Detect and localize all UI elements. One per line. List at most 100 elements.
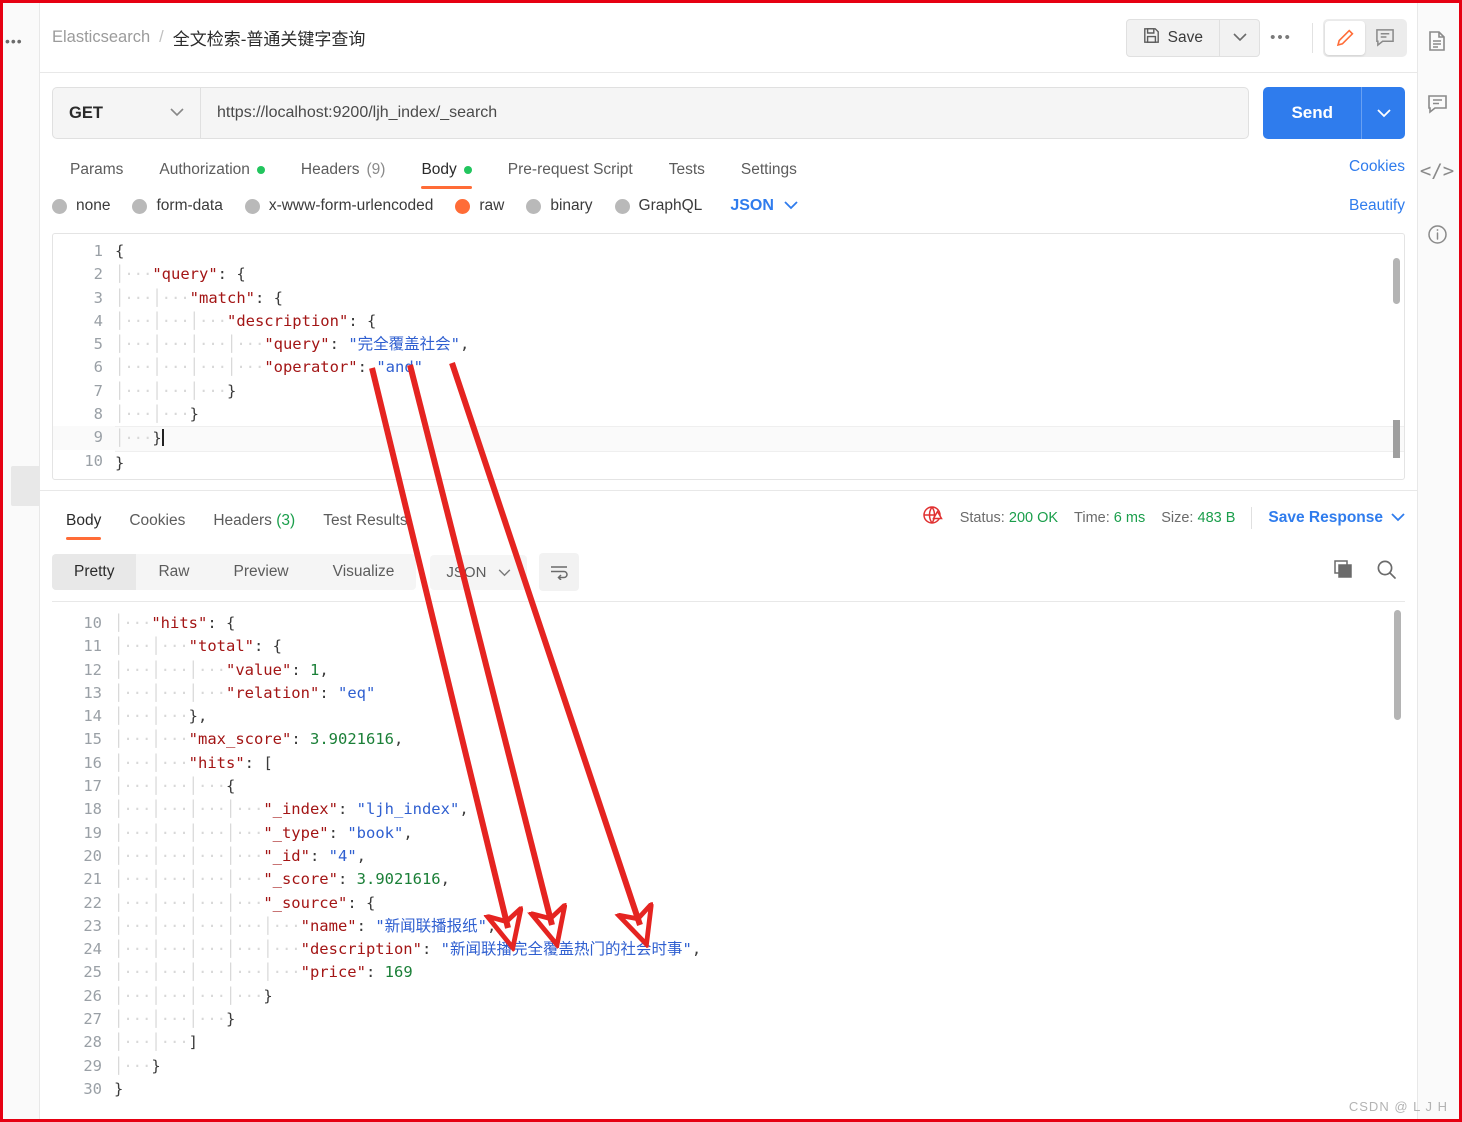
breadcrumb-separator: / bbox=[159, 28, 164, 46]
line-number: 19 bbox=[83, 823, 102, 842]
request-tab-pre-request-script[interactable]: Pre-request Script bbox=[490, 155, 651, 193]
response-body-viewer[interactable]: 10 11 12 13 14 15 16 17 18 19 20 21 22 23 24 25 26 27 28 29… bbox=[52, 601, 1405, 1097]
comment-icon[interactable] bbox=[1365, 21, 1405, 55]
chevron-down-icon bbox=[1391, 509, 1405, 527]
request-tabs: Params Authorization Headers (9) Body Pre-req… bbox=[40, 139, 1417, 193]
save-response-button[interactable]: Save Response bbox=[1268, 509, 1405, 527]
code-line: │···│···│···} bbox=[115, 381, 237, 400]
size-label: Size: bbox=[1161, 510, 1194, 526]
chevron-down-icon bbox=[784, 197, 798, 215]
line-number: 21 bbox=[83, 870, 102, 889]
word-wrap-icon[interactable] bbox=[539, 553, 580, 591]
send-button[interactable]: Send bbox=[1263, 87, 1361, 139]
url-bar: GET https://localhost:9200/ljh_index/_se… bbox=[40, 73, 1417, 139]
info-icon[interactable] bbox=[1424, 221, 1450, 247]
line-number: 7 bbox=[93, 381, 103, 400]
line-number: 29 bbox=[83, 1056, 102, 1075]
body-type-none[interactable]: none bbox=[52, 197, 110, 215]
code-line: │···│···│···} bbox=[114, 1010, 236, 1029]
response-format-select[interactable]: JSON bbox=[430, 554, 528, 590]
response-scrollbar[interactable] bbox=[1394, 610, 1401, 720]
body-type-label: GraphQL bbox=[638, 197, 703, 214]
response-tab-headers[interactable]: Headers (3) bbox=[199, 506, 309, 544]
tab-label: Headers bbox=[213, 512, 272, 529]
body-type-graphql[interactable]: GraphQL bbox=[614, 197, 703, 215]
time-group: Time: 6 ms bbox=[1074, 510, 1145, 526]
code-line: { bbox=[115, 242, 125, 260]
request-tab-tests[interactable]: Tests bbox=[651, 155, 723, 193]
copy-icon[interactable] bbox=[1333, 559, 1354, 585]
tab-label: Settings bbox=[740, 161, 797, 178]
left-rail-more-icon[interactable]: ••• bbox=[5, 33, 23, 49]
search-icon[interactable] bbox=[1376, 559, 1397, 585]
request-editor-scrollbar[interactable] bbox=[1393, 258, 1400, 304]
line-number: 2 bbox=[93, 265, 103, 284]
body-type-label: raw bbox=[479, 197, 505, 214]
line-number: 20 bbox=[83, 846, 102, 865]
request-tab-authorization[interactable]: Authorization bbox=[141, 155, 282, 193]
cookies-link[interactable]: Cookies bbox=[1349, 158, 1405, 190]
code-line: } bbox=[114, 1079, 124, 1097]
tab-count: (9) bbox=[366, 161, 386, 178]
line-number: 15 bbox=[83, 730, 102, 749]
response-tab-test-results[interactable]: Test Results bbox=[309, 506, 421, 544]
request-tab-headers[interactable]: Headers (9) bbox=[283, 155, 404, 193]
tab-status-dot bbox=[463, 166, 472, 174]
body-type-label: x-www-form-urlencoded bbox=[268, 197, 434, 214]
body-type-x-www-form-urlencoded[interactable]: x-www-form-urlencoded bbox=[244, 197, 434, 215]
view-mode-visualize[interactable]: Visualize bbox=[311, 554, 417, 590]
radio-icon bbox=[244, 198, 260, 214]
body-type-form-data[interactable]: form-data bbox=[132, 197, 223, 215]
request-body-editor[interactable]: 1 2 3 4 5 6 7 8 9 10 {│···"query": {│···│···"matc… bbox=[52, 233, 1405, 480]
request-code[interactable]: {│···"query": {│···│···"match": {│···│··… bbox=[115, 234, 1404, 479]
pencil-icon[interactable] bbox=[1325, 20, 1365, 55]
comment-icon[interactable] bbox=[1424, 91, 1450, 117]
save-button[interactable]: Save bbox=[1127, 20, 1219, 56]
url-input[interactable]: https://localhost:9200/ljh_index/_search bbox=[200, 87, 1250, 139]
body-type-label: binary bbox=[550, 197, 593, 214]
code-line: │···│···│···│···│···"description": "新闻联播… bbox=[114, 940, 702, 959]
request-format-select[interactable]: JSON bbox=[730, 197, 798, 215]
body-type-binary[interactable]: binary bbox=[526, 197, 593, 215]
send-options-caret[interactable] bbox=[1361, 87, 1405, 139]
request-tab-body[interactable]: Body bbox=[403, 155, 489, 193]
documentation-icon[interactable] bbox=[1424, 28, 1450, 54]
tab-label: Pre-request Script bbox=[507, 161, 633, 178]
response-tab-body[interactable]: Body bbox=[52, 506, 115, 544]
code-snippet-icon[interactable]: </> bbox=[1420, 158, 1454, 184]
code-line: │···│···│···│···} bbox=[114, 986, 273, 1005]
body-type-raw[interactable]: raw bbox=[455, 197, 504, 215]
code-line: │···│···} bbox=[115, 405, 199, 424]
view-mode-toggle bbox=[1323, 18, 1407, 57]
view-mode-raw[interactable]: Raw bbox=[136, 554, 211, 590]
radio-icon bbox=[455, 198, 471, 214]
tab-label: Headers bbox=[300, 161, 360, 178]
line-number: 10 bbox=[84, 451, 103, 470]
code-line: │···│···"hits": [ bbox=[114, 753, 273, 772]
code-line: │···│···"total": { bbox=[114, 637, 283, 656]
code-line: │···│···│···│···"_id": "4", bbox=[114, 846, 367, 865]
breadcrumb-request-name[interactable]: 全文检索-普通关键字查询 bbox=[173, 25, 366, 50]
beautify-link[interactable]: Beautify bbox=[1349, 197, 1405, 215]
more-actions-button[interactable]: ••• bbox=[1260, 19, 1302, 57]
code-line: } bbox=[115, 453, 125, 472]
line-number: 13 bbox=[83, 683, 102, 702]
http-method-select[interactable]: GET bbox=[52, 87, 200, 139]
request-tab-settings[interactable]: Settings bbox=[723, 155, 815, 193]
radio-icon bbox=[526, 198, 542, 214]
line-number: 28 bbox=[83, 1033, 102, 1052]
line-number: 11 bbox=[83, 637, 102, 656]
status-value: 200 OK bbox=[1008, 510, 1059, 526]
floppy-disk-icon bbox=[1143, 27, 1160, 49]
code-line: │···│···│···│···"operator": "and" bbox=[115, 358, 423, 377]
request-tab-params[interactable]: Params bbox=[52, 155, 141, 193]
request-editor-scrollbar-lower[interactable] bbox=[1393, 420, 1400, 458]
chevron-down-icon bbox=[498, 564, 511, 581]
breadcrumb-collection[interactable]: Elasticsearch bbox=[52, 28, 150, 47]
view-mode-preview[interactable]: Preview bbox=[212, 554, 311, 590]
code-line: │···"hits": { bbox=[114, 614, 236, 632]
save-options-caret[interactable] bbox=[1219, 19, 1259, 56]
view-mode-pretty[interactable]: Pretty bbox=[52, 554, 137, 590]
response-tab-cookies[interactable]: Cookies bbox=[115, 506, 199, 544]
sidebar-resize-handle[interactable] bbox=[11, 466, 41, 506]
